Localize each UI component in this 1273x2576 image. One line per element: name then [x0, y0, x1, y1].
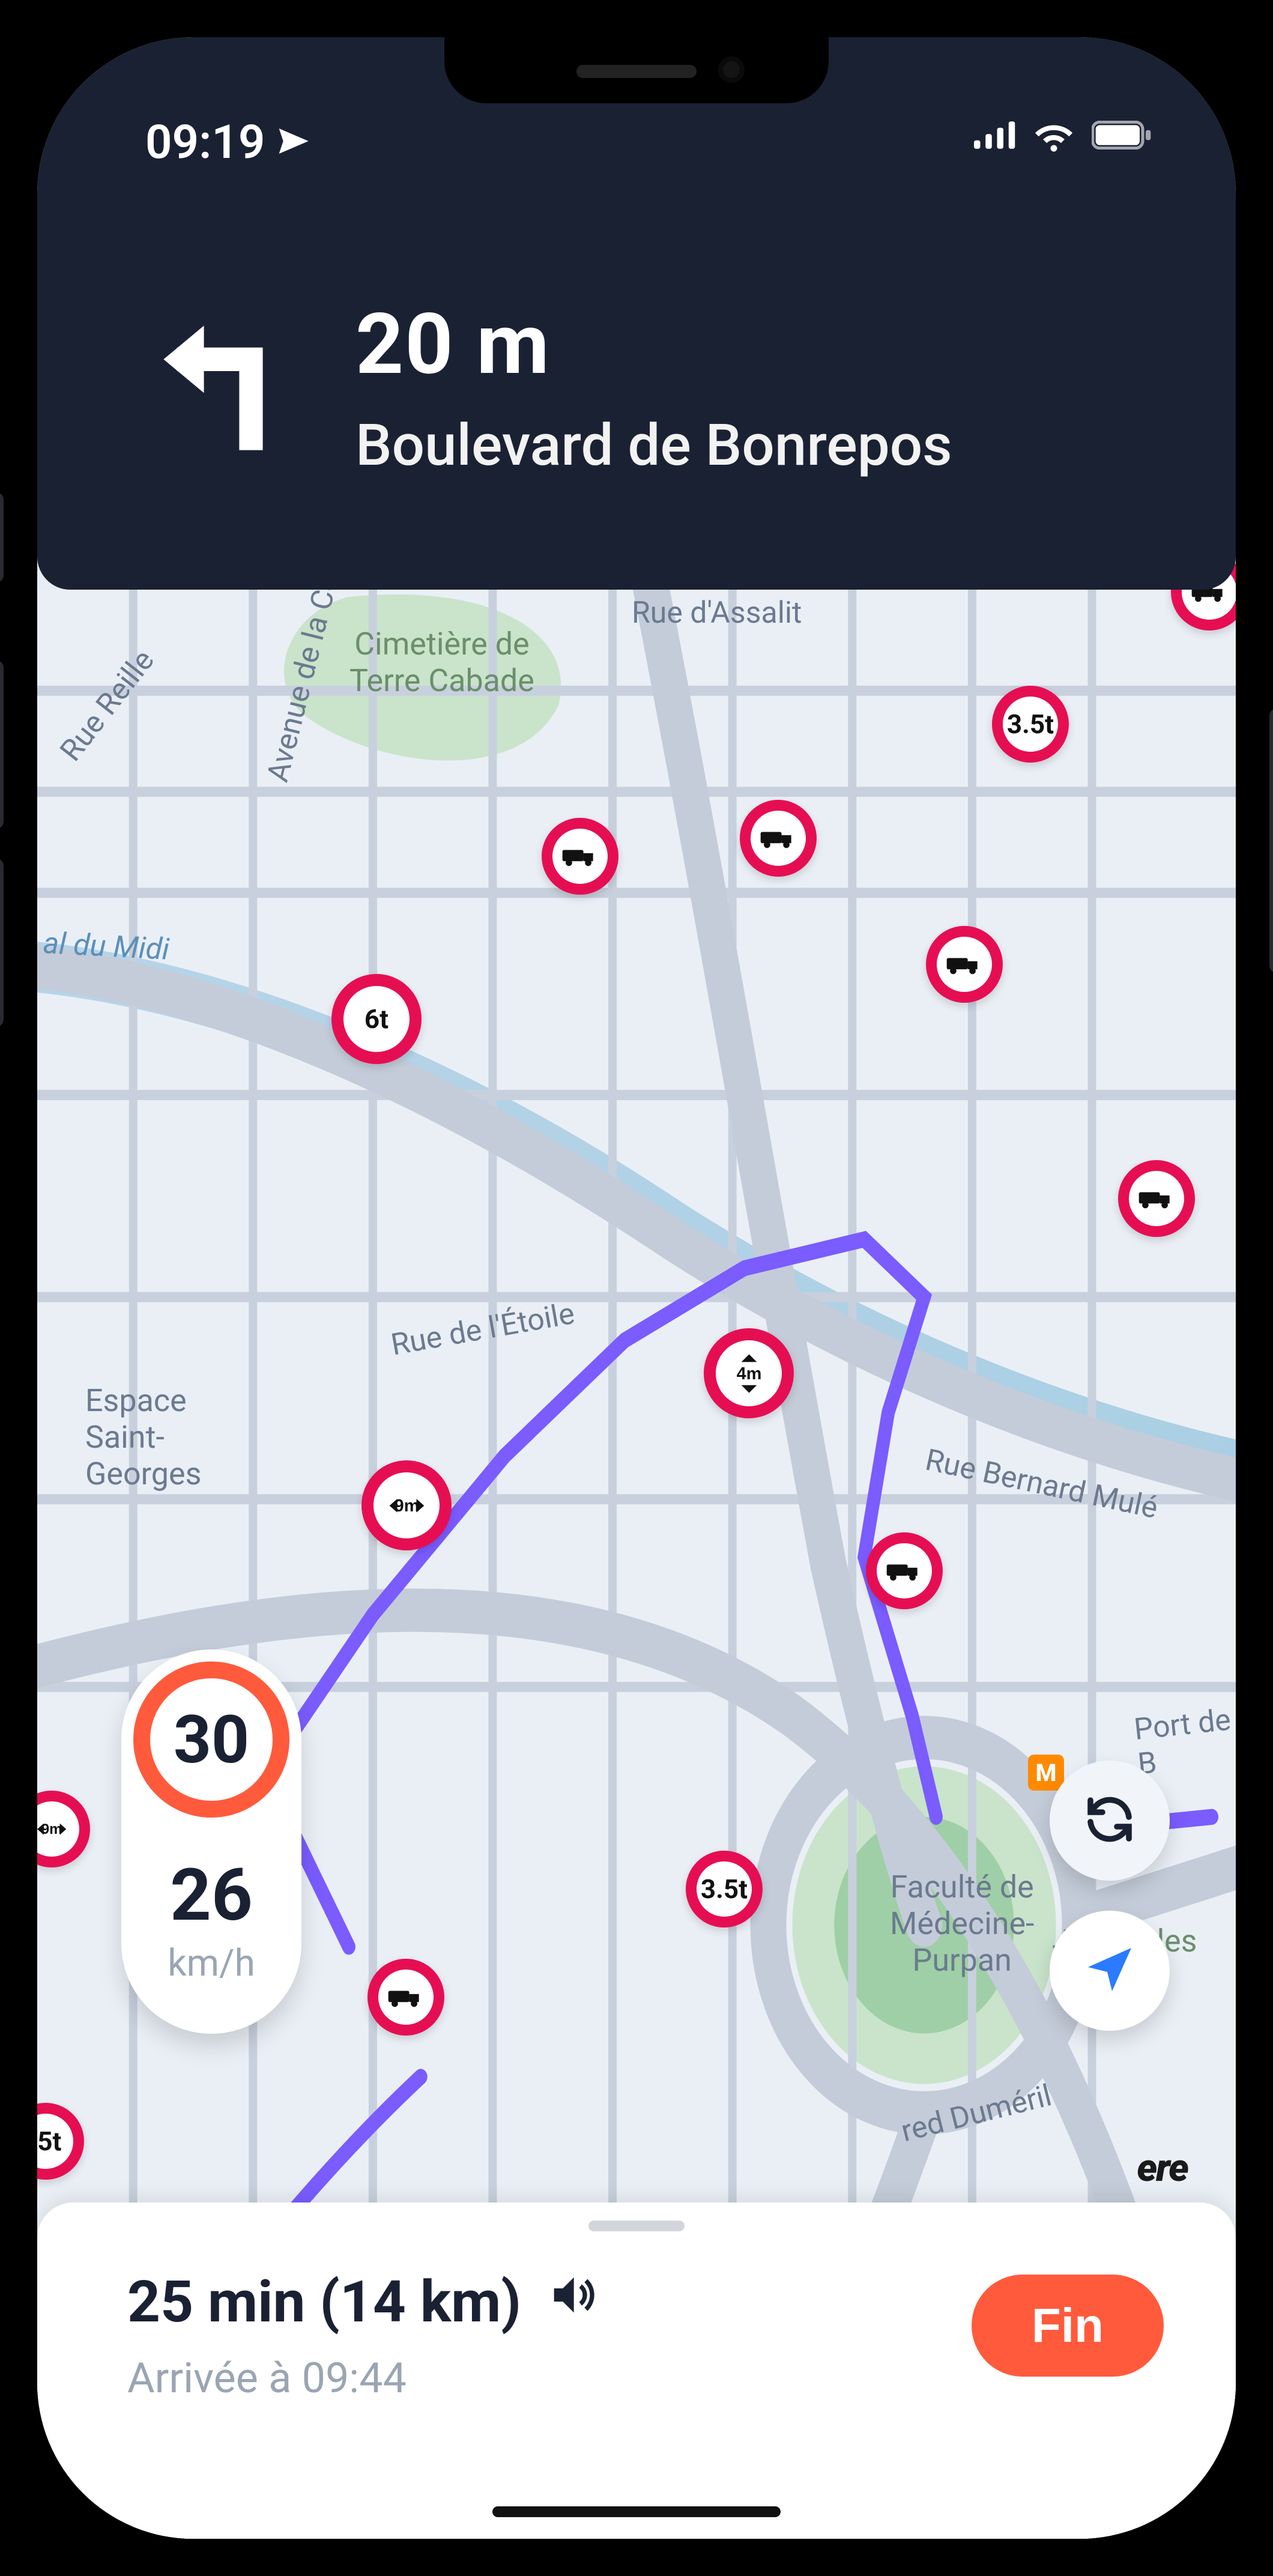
restriction-sign-no-truck[interactable]: [1118, 1160, 1195, 1237]
svg-text:4m: 4m: [736, 1364, 761, 1383]
location-arrow-icon: [1081, 1941, 1138, 2001]
restriction-sign-no-truck[interactable]: [367, 1959, 444, 2036]
route-summary-sheet[interactable]: 25 min (14 km) Arrivée à 09:44 Fin: [37, 2203, 1236, 2539]
map-attribution: ere: [1137, 2145, 1188, 2191]
refresh-button[interactable]: [1050, 1761, 1170, 1881]
drag-handle[interactable]: [588, 2221, 685, 2231]
road-label: Port de B: [1132, 1702, 1236, 1782]
end-route-button[interactable]: Fin: [972, 2275, 1164, 2377]
volume-down-button[interactable]: [0, 859, 4, 1027]
sound-icon[interactable]: [545, 2269, 598, 2336]
road-label: Rue d'Assalit: [632, 596, 802, 630]
battery-icon: [1092, 121, 1152, 152]
turn-distance: 20 m: [355, 295, 952, 394]
refresh-icon: [1081, 1791, 1138, 1851]
screen: 09:19: [37, 37, 1236, 2539]
speed-current: 26: [170, 1854, 253, 1938]
restriction-sign-no-truck[interactable]: [926, 926, 1003, 1003]
poi-label: Cimetière de Terre Cabade: [349, 626, 534, 699]
status-time: 09:19: [145, 115, 310, 170]
restriction-sign-weight[interactable]: 6t: [331, 974, 422, 1064]
svg-text:9m: 9m: [394, 1496, 419, 1516]
notch: [444, 37, 829, 103]
location-icon: [276, 115, 310, 170]
mute-switch[interactable]: [0, 492, 4, 582]
turn-left-icon: [133, 295, 301, 466]
metro-badge: M: [1028, 1755, 1064, 1791]
turn-road-name: Boulevard de Bonrepos: [355, 412, 952, 479]
speed-widget: 30 26 km/h: [121, 1649, 301, 2034]
phone-frame: 09:19: [0, 0, 1273, 2576]
svg-text:9m: 9m: [41, 1821, 62, 1837]
power-button[interactable]: [1269, 709, 1273, 973]
poi-label: Espace Saint- Georges: [85, 1382, 201, 1492]
restriction-sign-height[interactable]: 4m: [704, 1328, 794, 1418]
road-label: al du Midi: [42, 926, 170, 967]
eta-title: 25 min (14 km): [127, 2269, 521, 2336]
speed-limit: 30: [133, 1661, 289, 1818]
poi-label: Faculté de Médecine- Purpan: [890, 1869, 1034, 1979]
wifi-icon: [1034, 115, 1074, 157]
restriction-sign-no-truck[interactable]: [866, 1532, 943, 1609]
restriction-sign-no-truck[interactable]: [740, 800, 817, 877]
status-icons: [974, 115, 1152, 157]
restriction-sign-length[interactable]: 9m: [361, 1460, 452, 1550]
restriction-sign-weight[interactable]: 3.5t: [686, 1851, 763, 1927]
signal-icon: [974, 121, 1016, 151]
turn-instruction-card: 09:19: [37, 37, 1236, 590]
restriction-sign-weight[interactable]: 3.5t: [992, 686, 1069, 763]
clock-text: 09:19: [145, 115, 265, 170]
home-indicator[interactable]: [492, 2506, 781, 2517]
arrival-text: Arrivée à 09:44: [127, 2354, 598, 2403]
speed-unit: km/h: [168, 1941, 255, 1985]
restriction-sign-no-truck[interactable]: [542, 818, 618, 895]
volume-up-button[interactable]: [0, 661, 4, 829]
recenter-button[interactable]: [1050, 1911, 1170, 2031]
